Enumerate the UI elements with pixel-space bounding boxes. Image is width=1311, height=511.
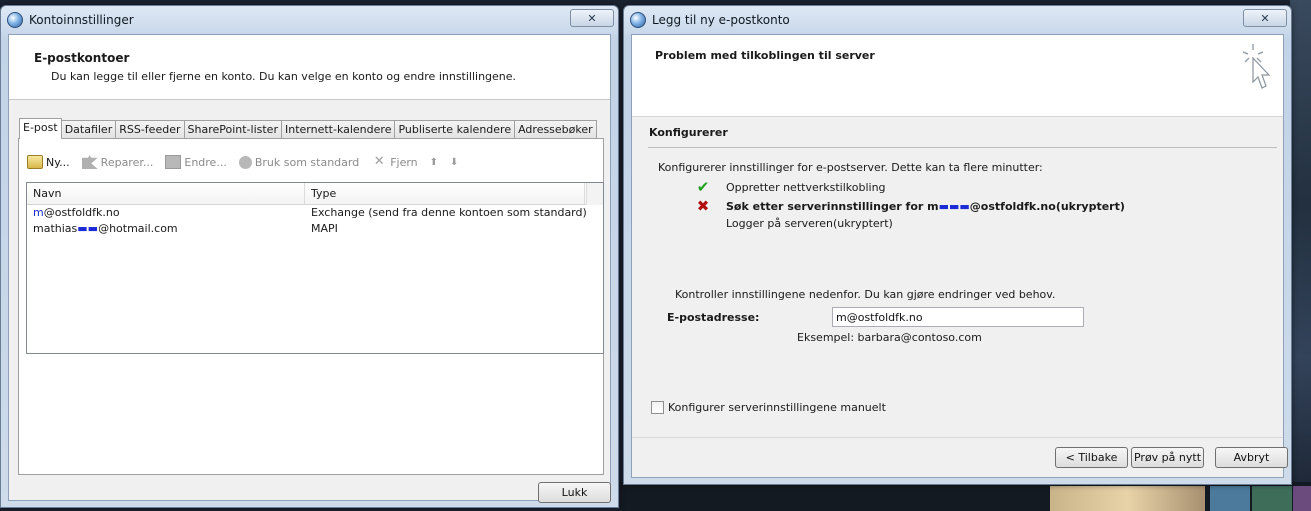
settings-hint: Kontroller innstillingene nedenfor. Du k… (675, 288, 1056, 301)
step-label: Søk etter serverinnstillinger for m (726, 199, 939, 213)
wizard-cursor-icon (1242, 44, 1271, 89)
retry-button[interactable]: Prøv på nytt (1131, 447, 1204, 468)
tab-sharepoint-lister[interactable]: SharePoint-lister (183, 120, 282, 139)
dialog-client-area: E-postkontoer Du kan legge til eller fje… (8, 34, 611, 503)
repair-button[interactable]: Reparer... (81, 155, 154, 169)
move-down-arrow-icon[interactable]: ⬇ (450, 157, 458, 168)
account-name-cell: m@ostfoldfk.no (27, 205, 305, 221)
header-spacer (586, 183, 603, 205)
account-domain: @hotmail.com (98, 222, 178, 235)
step-logon: Logger på serveren(ukryptert) (694, 217, 893, 230)
accounts-table: Navn Type m@ostfoldfk.no Exchange (send … (26, 182, 604, 354)
redacted-scribble: ▬▬ (77, 222, 99, 235)
repair-label: Reparer... (100, 155, 154, 169)
remove-x-icon: ✕ (373, 154, 385, 169)
titlebar: Legg til ny e-postkonto (624, 6, 1291, 34)
new-account-button[interactable]: Ny... (27, 155, 70, 169)
manual-config-checkbox[interactable] (651, 401, 664, 414)
error-x-icon: ✖ (696, 197, 710, 215)
table-row[interactable]: m@ostfoldfk.no Exchange (send fra denne … (27, 205, 603, 221)
tab-publiserte-kalendere[interactable]: Publiserte kalendere (394, 120, 516, 139)
change-button[interactable]: Endre... (165, 155, 227, 169)
new-account-label: Ny... (46, 155, 70, 169)
step-label: Oppretter nettverkstilkobling (726, 180, 886, 194)
account-domain: @ostfoldfk.no (43, 206, 120, 219)
dialog-header: Problem med tilkoblingen til server (632, 35, 1283, 117)
divider (648, 147, 1277, 148)
set-default-label: Bruk som standard (254, 155, 360, 169)
tab-adressebøker[interactable]: Adressebøker (514, 120, 597, 139)
progress-description: Konfigurerer innstillinger for e-postser… (658, 161, 1043, 174)
desktop-thumbnail (1252, 486, 1292, 511)
set-default-button[interactable]: Bruk som standard (238, 155, 360, 169)
desktop-thumbnail (1210, 486, 1250, 511)
redacted-scribble: ▬▬▬ (938, 199, 970, 213)
table-header: Navn Type (27, 183, 603, 205)
checkmark-icon: ✔ (696, 178, 710, 196)
redacted-name-part: m (33, 206, 44, 219)
account-settings-window: Kontoinnstillinger ✕ E-postkontoer Du ka… (0, 5, 619, 508)
window-title: Legg til ny e-postkonto (652, 13, 790, 27)
dialog-client-area: Problem med tilkoblingen til server Konf… (631, 34, 1288, 478)
header-title: E-postkontoer (34, 51, 130, 65)
column-header-type[interactable]: Type (305, 183, 585, 204)
email-tab-panel: Ny... Reparer... Endre... Bruk som stand… (18, 138, 604, 475)
window-title: Kontoinnstillinger (29, 13, 134, 27)
header-subtitle: Du kan legge til eller fjerne en konto. … (51, 70, 517, 83)
header-title: Problem med tilkoblingen til server (655, 49, 875, 62)
email-label: E-postadresse: (667, 311, 760, 324)
desktop-background (1290, 0, 1311, 511)
account-type-cell: Exchange (send fra denne kontoen som sta… (311, 206, 587, 219)
tab-strip: E-post Datafiler RSS-feeder SharePoint-l… (19, 118, 597, 139)
move-up-arrow-icon[interactable]: ⬆ (430, 157, 438, 168)
back-button[interactable]: < Tilbake (1055, 447, 1128, 468)
desktop-weather-gadget (1050, 486, 1205, 511)
tab-internett-kalendere[interactable]: Internett-kalendere (280, 120, 396, 139)
cancel-button[interactable]: Avbryt (1215, 447, 1288, 468)
new-mail-icon (27, 155, 43, 169)
repair-tools-icon (81, 155, 98, 169)
table-row[interactable]: mathias▬▬@hotmail.com MAPI (27, 221, 603, 237)
column-header-name[interactable]: Navn (27, 183, 305, 204)
manual-config-row[interactable]: Konfigurer serverinnstillingene manuelt (651, 401, 886, 414)
change-label: Endre... (184, 155, 227, 169)
titlebar: Kontoinnstillinger (1, 6, 618, 34)
account-name-cell: mathias▬▬@hotmail.com (27, 221, 305, 237)
checkmark-circle-icon (238, 155, 252, 169)
dialog-header: E-postkontoer Du kan legge til eller fje… (9, 35, 610, 100)
step-network-connection: ✔ Oppretter nettverkstilkobling (694, 178, 886, 196)
tab-e-post[interactable]: E-post (19, 118, 62, 139)
remove-label: Fjern (390, 155, 418, 169)
desktop-taskbar-area (620, 482, 1311, 511)
account-type-cell: MAPI (311, 222, 338, 235)
outlook-app-icon (630, 12, 646, 28)
step-server-search: ✖ Søk etter serverinnstillinger for m ▬▬▬… (694, 197, 1125, 215)
close-window-button[interactable]: ✕ (1243, 9, 1287, 27)
tab-datafiler[interactable]: Datafiler (60, 120, 117, 139)
email-field[interactable] (832, 307, 1084, 327)
manual-config-label[interactable]: Konfigurer serverinnstillingene manuelt (668, 401, 886, 414)
section-title: Konfigurerer (649, 126, 728, 139)
email-example: Eksempel: barbara@contoso.com (797, 331, 982, 344)
change-icon (165, 155, 182, 169)
desktop-thumbnail (1293, 486, 1311, 511)
add-account-window: Legg til ny e-postkonto ✕ Problem med ti… (623, 5, 1292, 485)
button-bar-divider (632, 437, 1283, 438)
close-button[interactable]: Lukk (538, 482, 611, 503)
step-label-suffix: @ostfoldfk.no(ukryptert) (969, 199, 1125, 213)
remove-button[interactable]: ✕ Fjern (371, 154, 418, 169)
outlook-app-icon (7, 12, 23, 28)
tab-rss-feeder[interactable]: RSS-feeder (115, 120, 185, 139)
account-name-start: mathias (33, 222, 78, 235)
step-label: Logger på serveren(ukryptert) (726, 217, 893, 230)
close-window-button[interactable]: ✕ (570, 9, 614, 27)
account-toolbar: Ny... Reparer... Endre... Bruk som stand… (27, 153, 470, 171)
